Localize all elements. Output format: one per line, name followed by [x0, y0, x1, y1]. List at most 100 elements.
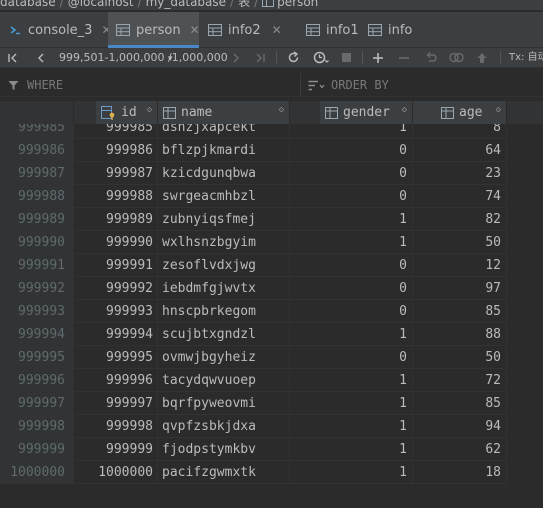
cell-id[interactable]: 999991 [74, 254, 158, 277]
column-header-id[interactable]: id ◇ [96, 101, 158, 124]
cell-gender[interactable]: 0 [290, 277, 413, 300]
table-row[interactable]: 1000000 1000000 pacifzgwmxtk 1 18 [0, 461, 543, 484]
cell-age[interactable]: 88 [413, 323, 507, 346]
cell-id[interactable]: 999995 [74, 346, 158, 369]
table-row[interactable]: 999993 999993 hnscpbrkegom 0 85 [0, 300, 543, 323]
cell-name[interactable]: bqrfpyweovmi [158, 392, 290, 415]
cell-age[interactable]: 12 [413, 254, 507, 277]
cell-age[interactable]: 50 [413, 231, 507, 254]
transaction-mode-dropdown[interactable]: Tx: 自动 [509, 50, 543, 65]
table-row[interactable]: 999992 999992 iebdmfgjwvtx 0 97 [0, 277, 543, 300]
revert-icon[interactable] [422, 48, 438, 67]
tab-console-3[interactable]: console_3 ✕ [0, 12, 112, 48]
cell-gender[interactable]: 1 [290, 231, 413, 254]
cell-gender[interactable]: 1 [290, 461, 413, 484]
cell-name[interactable]: pacifzgwmxtk [158, 461, 290, 484]
add-row-icon[interactable] [370, 48, 386, 67]
cell-age[interactable]: 97 [413, 277, 507, 300]
cell-gender[interactable]: 0 [290, 300, 413, 323]
cell-name[interactable]: zubnyiqsfmej [158, 208, 290, 231]
cell-age[interactable]: 64 [413, 139, 507, 162]
cell-gender[interactable]: 0 [290, 254, 413, 277]
cell-name[interactable]: ovmwjbgyheiz [158, 346, 290, 369]
cell-gender[interactable]: 1 [290, 438, 413, 461]
first-page-icon[interactable] [5, 48, 21, 67]
cell-gender[interactable]: 1 [290, 392, 413, 415]
order-by-field[interactable]: ORDER BY [308, 73, 538, 97]
cell-id[interactable]: 999993 [74, 300, 158, 323]
column-header-name[interactable]: name ◇ [158, 101, 290, 124]
cell-id[interactable]: 999998 [74, 415, 158, 438]
cell-id[interactable]: 999986 [74, 139, 158, 162]
table-row[interactable]: 999995 999995 ovmwjbgyheiz 0 50 [0, 346, 543, 369]
refresh-icon[interactable] [285, 48, 301, 67]
where-filter-field[interactable]: WHERE [8, 73, 293, 97]
sort-toggle-icon[interactable]: ◇ [402, 105, 407, 115]
cell-gender[interactable]: 0 [290, 185, 413, 208]
column-header-age[interactable]: age ◇ [413, 101, 507, 124]
table-row[interactable]: 999991 999991 zesoflvdxjwg 0 12 [0, 254, 543, 277]
cell-age[interactable]: 85 [413, 300, 507, 323]
cell-gender[interactable]: 1 [290, 415, 413, 438]
cell-name[interactable]: swrgeacmhbzl [158, 185, 290, 208]
table-row[interactable]: 999988 999988 swrgeacmhbzl 0 74 [0, 185, 543, 208]
cell-age[interactable]: 94 [413, 415, 507, 438]
cell-age[interactable]: 62 [413, 438, 507, 461]
table-row[interactable]: 999999 999999 fjodpstymkbv 1 62 [0, 438, 543, 461]
cell-name[interactable]: kzicdgunqbwa [158, 162, 290, 185]
cell-name[interactable]: tacydqwvuoep [158, 369, 290, 392]
delete-row-icon[interactable] [396, 48, 412, 67]
submit-icon[interactable] [474, 48, 490, 67]
close-icon[interactable]: ✕ [270, 23, 284, 37]
sort-toggle-icon[interactable]: ◇ [279, 105, 284, 115]
cell-id[interactable]: 999989 [74, 208, 158, 231]
cell-id[interactable]: 999997 [74, 392, 158, 415]
tab-person[interactable]: person ✕ [108, 12, 200, 48]
cell-id[interactable]: 999985 [74, 124, 158, 139]
cell-id[interactable]: 999988 [74, 185, 158, 208]
cell-id[interactable]: 999999 [74, 438, 158, 461]
last-page-icon[interactable] [252, 48, 268, 67]
query-history-icon[interactable] [311, 48, 331, 67]
cell-name[interactable]: iebdmfgjwvtx [158, 277, 290, 300]
table-row[interactable]: 999998 999998 qvpfzsbkjdxa 1 94 [0, 415, 543, 438]
cell-id[interactable]: 999992 [74, 277, 158, 300]
breadcrumb-item[interactable]: person [277, 0, 318, 9]
tab-info1[interactable]: info1 [298, 12, 359, 48]
table-row[interactable]: 999990 999990 wxlhsnzbgyim 1 50 [0, 231, 543, 254]
tab-info2[interactable]: info2 ✕ [200, 12, 296, 48]
sort-toggle-icon[interactable]: ◇ [496, 105, 501, 115]
breadcrumb-item[interactable]: 表 [238, 0, 250, 9]
cell-id[interactable]: 1000000 [74, 461, 158, 484]
table-row[interactable]: 999985 999985 dshzjxapcekt 1 8 [0, 124, 543, 139]
cell-name[interactable]: dshzjxapcekt [158, 124, 290, 139]
cell-id[interactable]: 999990 [74, 231, 158, 254]
cell-name[interactable]: hnscpbrkegom [158, 300, 290, 323]
cell-age[interactable]: 50 [413, 346, 507, 369]
cell-id[interactable]: 999994 [74, 323, 158, 346]
cell-gender[interactable]: 0 [290, 162, 413, 185]
cell-age[interactable]: 23 [413, 162, 507, 185]
cell-name[interactable]: wxlhsnzbgyim [158, 231, 290, 254]
table-row[interactable]: 999996 999996 tacydqwvuoep 1 72 [0, 369, 543, 392]
cell-age[interactable]: 18 [413, 461, 507, 484]
cell-gender[interactable]: 1 [290, 208, 413, 231]
cell-gender[interactable]: 0 [290, 139, 413, 162]
tab-info[interactable]: info [360, 12, 420, 48]
table-row[interactable]: 999997 999997 bqrfpyweovmi 1 85 [0, 392, 543, 415]
cell-name[interactable]: fjodpstymkbv [158, 438, 290, 461]
table-row[interactable]: 999989 999989 zubnyiqsfmej 1 82 [0, 208, 543, 231]
cell-age[interactable]: 74 [413, 185, 507, 208]
breadcrumb-item[interactable]: my_database [146, 0, 226, 9]
sort-toggle-icon[interactable]: ◇ [147, 105, 152, 115]
cell-age[interactable]: 82 [413, 208, 507, 231]
table-row[interactable]: 999987 999987 kzicdgunqbwa 0 23 [0, 162, 543, 185]
cell-age[interactable]: 85 [413, 392, 507, 415]
next-page-icon[interactable] [228, 48, 244, 67]
page-range-dropdown[interactable]: 999,501-1,000,000 ▾ [59, 50, 172, 67]
compare-icon[interactable] [447, 48, 465, 67]
cell-gender[interactable]: 0 [290, 346, 413, 369]
cell-id[interactable]: 999987 [74, 162, 158, 185]
breadcrumb-item[interactable]: database [0, 0, 56, 9]
close-icon[interactable]: ✕ [190, 23, 200, 37]
